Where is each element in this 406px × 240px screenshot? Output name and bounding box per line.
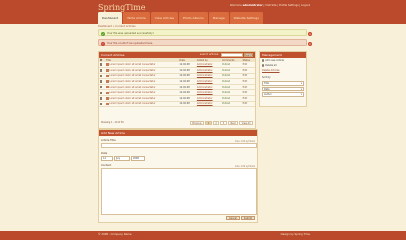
option-label: Add new Article <box>265 59 284 62</box>
row-edit[interactable]: Edit <box>241 101 255 108</box>
form-actions: Cancel Submit <box>226 216 255 220</box>
sort-select-title[interactable]: Title <box>262 81 304 86</box>
sort-label: Sort by <box>262 76 271 79</box>
day-select[interactable]: 12 <box>101 156 113 161</box>
row-author[interactable]: Administrator <box>195 101 222 108</box>
main-tabs: Dashboard Write Article View Articles Ph… <box>98 12 263 24</box>
welcome-text: Welcome <box>229 4 242 7</box>
row-title-text[interactable]: Lorem ipsum dolor sit amet consectetur <box>110 91 156 94</box>
option-label: Delete all <box>265 64 277 67</box>
panel-title: Current Articles <box>101 53 125 57</box>
tab-manage[interactable]: Manage <box>208 12 229 24</box>
row-checkbox[interactable] <box>100 80 103 83</box>
row-status[interactable]: Publish <box>221 101 242 108</box>
row-checkbox[interactable] <box>100 63 103 66</box>
page-2-button[interactable]: 2 <box>212 121 220 125</box>
pagination: Previous 1 2 3 Next View All <box>189 121 253 125</box>
error-message: Your file couldn't be uploaded here. <box>107 42 153 45</box>
tab-dashboard[interactable]: Dashboard <box>98 12 123 24</box>
sort-select-date[interactable]: Date <box>262 86 304 91</box>
app-header: SpringTime Welcome administrator | Visit… <box>0 0 406 24</box>
tab-write-article[interactable]: Write Article <box>123 12 150 24</box>
copyright-text: © 2008 - Company Name <box>98 233 132 236</box>
row-title-text[interactable]: Lorem ipsum dolor sit amet consectetur <box>110 69 156 72</box>
row-title[interactable]: Lorem ipsum dolor sit amet consectetur <box>105 101 179 108</box>
tab-view-articles[interactable]: View Articles <box>150 12 179 24</box>
row-title-text[interactable]: Lorem ipsum dolor sit amet consectetur <box>110 80 156 83</box>
delete-articles-link[interactable]: Delete Articles <box>260 68 306 73</box>
visit-site-link[interactable]: Visit Site <box>265 4 276 7</box>
page-3-button[interactable]: 3 <box>220 121 227 125</box>
close-icon[interactable]: × <box>308 41 312 46</box>
document-icon <box>106 74 109 78</box>
row-title-text[interactable]: Lorem ipsum dolor sit amet consectetur <box>110 74 156 77</box>
document-icon <box>106 63 109 66</box>
document-icon <box>106 80 109 83</box>
document-icon <box>106 69 109 72</box>
check-icon: ✓ <box>101 31 105 36</box>
design-credit-link[interactable]: Design by Spring Time <box>281 233 310 236</box>
row-title-text[interactable]: Lorem ipsum dolor sit amet consectetur <box>110 86 156 89</box>
row-title-text[interactable]: Lorem ipsum dolor sit amet consectetur <box>110 97 156 100</box>
article-title-input[interactable] <box>101 143 257 148</box>
current-articles-panel: Current Articles search articles: Search… <box>98 51 256 129</box>
next-page-button[interactable]: Next <box>227 121 239 125</box>
app-footer: © 2008 - Company Name Design by Spring T… <box>0 231 406 240</box>
page-1-button[interactable]: 1 <box>205 121 212 125</box>
article-title-label: Article Title <box>101 139 116 142</box>
row-title-text[interactable]: Lorem ipsum dolor sit amet consectetur <box>110 63 156 66</box>
row-checkbox[interactable] <box>100 74 103 78</box>
showing-count: Showing 1 - 10 of 30 <box>101 121 124 124</box>
cancel-button[interactable]: Cancel <box>226 216 240 220</box>
app-logo[interactable]: SpringTime <box>98 3 145 12</box>
user-bar: Welcome administrator | Visit Site | Pro… <box>230 4 310 7</box>
profile-settings-link[interactable]: Profile Settings <box>279 4 299 7</box>
row-checkbox[interactable] <box>100 91 103 94</box>
articles-table: Title Date Added by Comments Status Lore… <box>99 58 255 108</box>
row-title-text[interactable]: Lorem ipsum dolor sit amet consectetur <box>110 102 156 105</box>
error-alert: ! Your file couldn't be uploaded here. × <box>98 39 312 46</box>
row-checkbox[interactable] <box>100 69 103 72</box>
tab-website-settings[interactable]: Website Settings <box>229 12 263 24</box>
close-icon[interactable]: × <box>308 31 312 36</box>
document-icon <box>106 102 109 106</box>
content-label: Content <box>101 164 112 167</box>
content-textarea[interactable] <box>101 168 257 215</box>
month-select[interactable]: July <box>114 156 130 161</box>
select-all-checkbox[interactable] <box>100 58 103 62</box>
row-date: 12.02.08 <box>178 101 196 108</box>
tab-photo-albums[interactable]: Photo Albums <box>179 12 208 24</box>
table-row[interactable]: Lorem ipsum dolor sit amet consectetur 12… <box>99 101 255 108</box>
document-icon <box>106 91 109 95</box>
document-icon <box>106 85 109 89</box>
search-label: search articles: <box>199 53 219 56</box>
breadcrumb[interactable]: Dashboard » Current Articles <box>98 25 136 28</box>
success-message: Your file was uploaded successfully! <box>107 32 154 35</box>
date-label: Date <box>101 152 108 155</box>
add-new-article-panel: Add New Article Article Title max. 100 s… <box>98 129 258 223</box>
search-button[interactable]: Search <box>244 53 253 57</box>
panel-header: Current Articles search articles: Search <box>99 52 255 58</box>
row-checkbox[interactable] <box>100 85 103 89</box>
submit-button[interactable]: Submit <box>240 216 255 220</box>
sort-select-author[interactable]: Author <box>262 92 304 97</box>
success-alert: ✓ Your file was uploaded successfully! × <box>98 29 312 36</box>
user-name-link[interactable]: administrator <box>243 4 263 7</box>
view-all-button[interactable]: View All <box>239 121 253 125</box>
document-icon <box>106 97 109 100</box>
year-select[interactable]: 2008 <box>131 156 145 161</box>
warning-icon: ! <box>101 41 105 46</box>
logout-link[interactable]: Logout <box>301 4 310 7</box>
prev-page-button[interactable]: Previous <box>189 121 205 125</box>
panel-header: Management <box>260 52 306 58</box>
panel-header: Add New Article <box>99 130 257 136</box>
row-checkbox[interactable] <box>100 97 103 100</box>
row-checkbox[interactable] <box>100 102 103 106</box>
management-panel: Management Add new Article Delete all De… <box>259 51 307 107</box>
search-input[interactable] <box>221 53 243 57</box>
